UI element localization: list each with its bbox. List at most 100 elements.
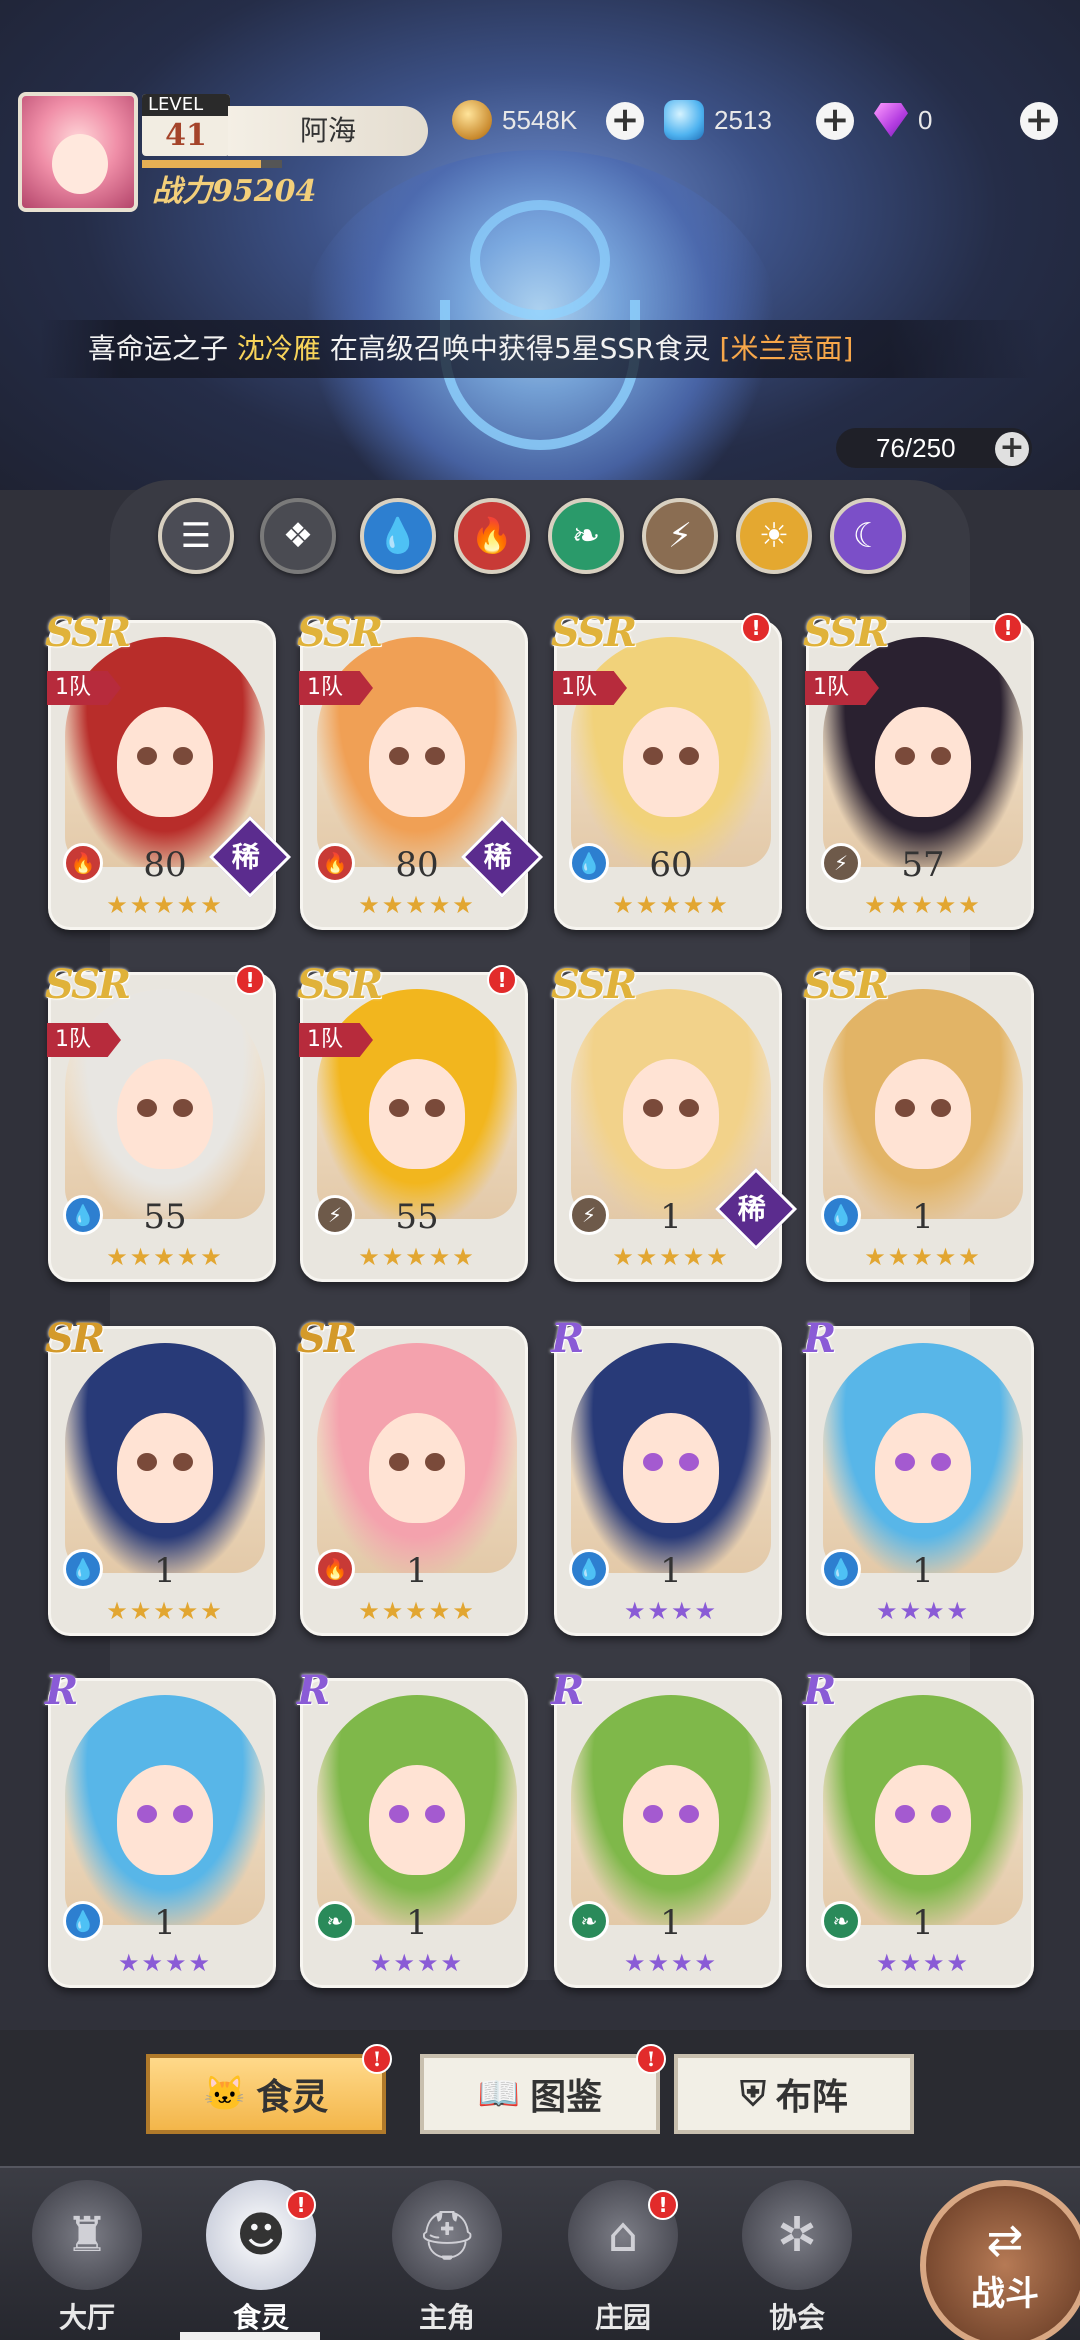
character-portrait	[823, 1695, 1023, 1925]
nav-item-castle[interactable]: ♜ 大厅	[12, 2180, 162, 2340]
alert-badge: !	[235, 965, 265, 995]
character-eye	[679, 1805, 699, 1823]
character-eye	[931, 747, 951, 765]
star-rating: ★★★★	[117, 1949, 213, 1977]
character-level: 1	[154, 1551, 176, 1591]
add-gem-button[interactable]: +	[816, 102, 854, 140]
filter-thunder-button[interactable]: ⚡	[642, 498, 718, 574]
food-soul-card[interactable]: SSR 1队! ⚡ 57 ★★★★★	[803, 609, 1034, 930]
character-face	[875, 1413, 971, 1523]
character-portrait	[571, 1695, 771, 1925]
add-coin-button[interactable]: +	[606, 102, 644, 140]
team-tag: 1队	[299, 671, 373, 705]
subtab-label: 图鉴	[530, 2076, 603, 2118]
character-eye	[643, 1453, 663, 1471]
alert-badge: !	[993, 613, 1023, 643]
subtab-book[interactable]: 📖 图鉴!	[420, 2044, 666, 2134]
food-soul-card[interactable]: SSR 1队 🔥 80 稀 ★★★★★	[297, 609, 544, 930]
character-level: 1	[912, 1903, 934, 1943]
character-portrait	[823, 1343, 1023, 1573]
food-soul-card[interactable]: SSR ⚡ 1 稀 ★★★★★	[551, 961, 798, 1282]
food-soul-card[interactable]: SR 🔥 1 ★★★★★	[297, 1315, 528, 1636]
character-face	[369, 707, 465, 817]
star-rating: ★★★★★	[358, 891, 476, 919]
character-face	[117, 1059, 213, 1169]
character-eye	[389, 1099, 409, 1117]
filter-dark-button[interactable]: ☾	[830, 498, 906, 574]
nav-item-house[interactable]: ⌂ 庄园!	[548, 2180, 698, 2340]
character-face	[875, 1059, 971, 1169]
character-face	[369, 1765, 465, 1875]
rarity-badge: R	[45, 1667, 78, 1714]
character-eye	[389, 1805, 409, 1823]
alert-badge: !	[487, 965, 517, 995]
food-soul-card[interactable]: R ❧ 1 ★★★★	[297, 1667, 528, 1988]
food-soul-card[interactable]: SSR 💧 1 ★★★★★	[803, 961, 1034, 1282]
filter-water-button[interactable]: 💧	[360, 498, 436, 574]
character-eye	[173, 747, 193, 765]
character-level: 55	[395, 1197, 439, 1237]
star-rating: ★★★★★	[864, 1243, 982, 1271]
filter-wind-button[interactable]: ❧	[548, 498, 624, 574]
light-icon: ☀	[758, 516, 790, 556]
rarity-badge: SSR	[803, 609, 889, 656]
star-rating: ★★★★	[875, 1597, 971, 1625]
filter-all-button[interactable]: ☰	[158, 498, 234, 574]
nav-active-indicator	[180, 2332, 320, 2340]
gem-resource: 2513	[664, 96, 772, 144]
expand-roster-button[interactable]: +	[995, 432, 1029, 466]
nav-item-helmet[interactable]: ⛑ 主角	[372, 2180, 522, 2340]
rarity-badge: SSR	[551, 609, 637, 656]
rare-badge-label: 稀	[737, 1192, 766, 1226]
food-soul-card[interactable]: SSR 1队 🔥 80 稀 ★★★★★	[45, 609, 292, 930]
character-level: 1	[154, 1903, 176, 1943]
nav-item-shield[interactable]: ✲ 协会	[722, 2180, 872, 2340]
character-eye	[895, 1099, 915, 1117]
food-soul-card[interactable]: R 💧 1 ★★★★	[803, 1315, 1034, 1636]
character-eye	[931, 1453, 951, 1471]
character-eye	[137, 747, 157, 765]
combat-power: 战力95204	[152, 174, 317, 209]
character-face	[623, 707, 719, 817]
player-avatar[interactable]	[18, 92, 138, 212]
character-eye	[137, 1453, 157, 1471]
add-diamond-button[interactable]: +	[1020, 102, 1058, 140]
food-soul-card[interactable]: SSR 1队! ⚡ 55 ★★★★★	[297, 961, 528, 1282]
character-face	[875, 1765, 971, 1875]
nav-item-cat[interactable]: ☻ 食灵!	[186, 2180, 336, 2340]
subtab-cat[interactable]: 🐱 食灵!	[146, 2044, 392, 2134]
filter-ground-button[interactable]: ❖	[260, 498, 336, 574]
rarity-badge: R	[803, 1315, 836, 1362]
character-level: 57	[901, 845, 945, 885]
character-face	[117, 707, 213, 817]
filter-fire-button[interactable]: 🔥	[454, 498, 530, 574]
star-rating: ★★★★★	[864, 891, 982, 919]
subtab-formation[interactable]: ⛨ 布阵	[674, 2054, 914, 2134]
star-rating: ★★★★★	[612, 1243, 730, 1271]
food-soul-card[interactable]: SSR 1队! 💧 55 ★★★★★	[45, 961, 276, 1282]
food-soul-card[interactable]: R ❧ 1 ★★★★	[551, 1667, 782, 1988]
level-label: LEVEL	[142, 94, 230, 116]
character-eye	[931, 1099, 951, 1117]
diamond-icon	[874, 103, 908, 137]
food-soul-card[interactable]: R ❧ 1 ★★★★	[803, 1667, 1034, 1988]
character-eye	[425, 1805, 445, 1823]
announcement-prefix: 喜命运之子	[88, 332, 237, 365]
player-name: 阿海	[228, 106, 428, 156]
food-soul-card[interactable]: R 💧 1 ★★★★	[45, 1667, 276, 1988]
food-soul-card[interactable]: SSR 1队! 💧 60 ★★★★★	[551, 609, 782, 930]
character-level: 1	[660, 1903, 682, 1943]
rarity-badge: R	[803, 1667, 836, 1714]
character-eye	[137, 1099, 157, 1117]
star-rating: ★★★★★	[106, 1597, 224, 1625]
rarity-badge: SSR	[45, 609, 131, 656]
food-soul-card[interactable]: R 💧 1 ★★★★	[551, 1315, 782, 1636]
star-rating: ★★★★★	[358, 1597, 476, 1625]
food-soul-card[interactable]: SR 💧 1 ★★★★★	[45, 1315, 276, 1636]
character-eye	[643, 1099, 663, 1117]
gem-amount: 2513	[714, 104, 772, 135]
filter-light-button[interactable]: ☀	[736, 498, 812, 574]
battle-button[interactable]: ⇄ 战斗	[920, 2180, 1080, 2340]
character-face	[117, 1765, 213, 1875]
team-tag: 1队	[47, 671, 121, 705]
